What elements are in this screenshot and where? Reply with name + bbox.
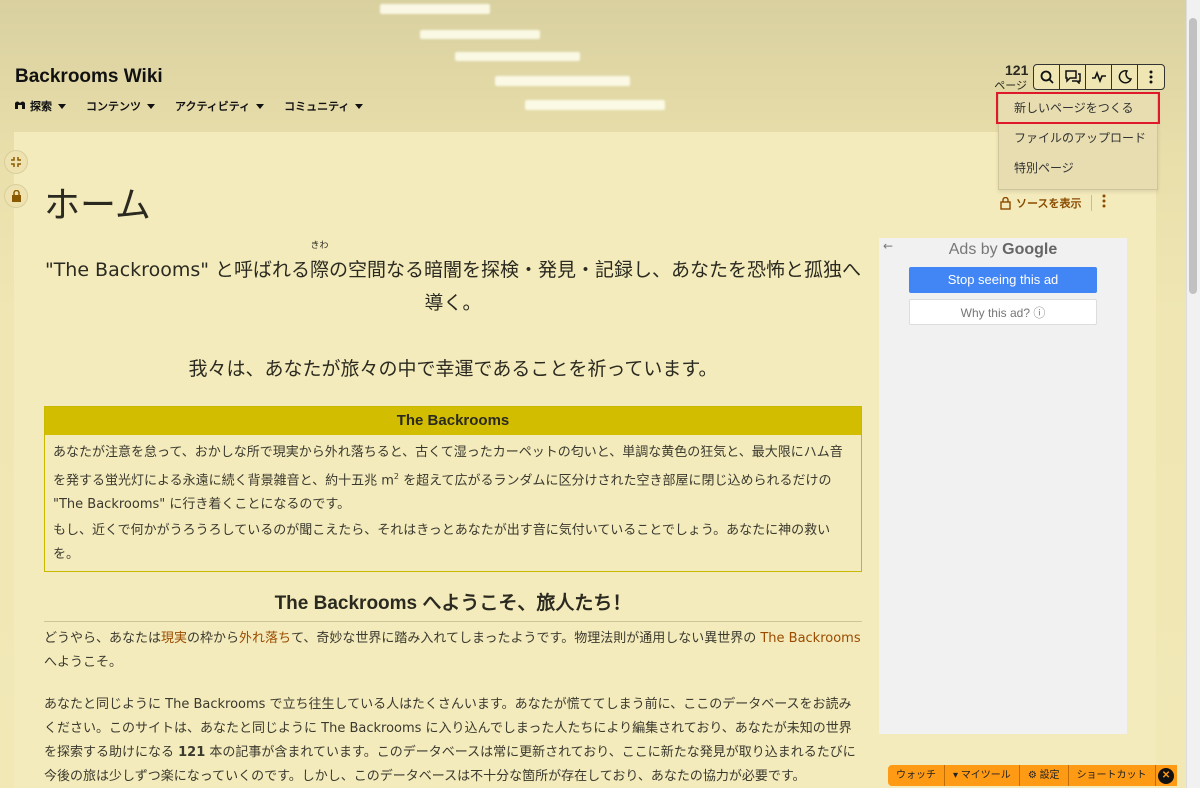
stop-seeing-ad-button[interactable]: Stop seeing this ad (909, 267, 1097, 293)
intro-text: "The Backrooms" と呼ばれる (44, 259, 311, 281)
page-actions: ソースを表示 (1000, 194, 1106, 212)
ceiling-light (525, 100, 665, 110)
search-button[interactable] (1034, 65, 1060, 89)
page-count-number: 121 (1005, 62, 1029, 78)
ceiling-light (380, 4, 490, 14)
ceiling-light (455, 52, 580, 61)
activity-icon (1091, 71, 1106, 83)
nav-activity[interactable]: アクティビティ (175, 98, 265, 114)
menu-item-create-page[interactable]: 新しいページをつくる (996, 92, 1160, 124)
main-nav: 探索 コンテンツ アクティビティ コミュニティ (14, 98, 364, 114)
chevron-down-icon (58, 103, 66, 109)
scrollbar-thumb[interactable] (1189, 18, 1197, 294)
more-options-icon (1102, 194, 1106, 208)
infobox-body: あなたが注意を怠って、おかしな所で現実から外れ落ちると、古くて湿ったカーペットの… (45, 435, 861, 567)
nav-label: コミュニティ (284, 101, 350, 113)
infobox-paragraph: もし、近くで何かがうろうろしているのが聞こえたら、それはきっとあなたが出す音に気… (53, 523, 831, 563)
intro-tagline: "The Backrooms" と呼ばれる きわ 際の空間なる暗闇を探検・発見・記録… (44, 242, 862, 320)
mytools-button[interactable]: ▾ マイツール (945, 765, 1020, 786)
google-logo: Google (1002, 241, 1058, 258)
page-scrollbar[interactable] (1186, 0, 1200, 788)
ad-panel: ← Ads by Google Stop seeing this ad Why … (879, 238, 1127, 734)
ads-by-label: Ads by (948, 241, 998, 258)
intro-wish: 我々は、あなたが旅々の中で幸運であることを祈っています。 (188, 358, 718, 380)
divider (1091, 195, 1093, 211)
link-the-backrooms[interactable]: The Backrooms (760, 631, 860, 646)
watch-button[interactable]: ウォッチ (888, 765, 945, 786)
activity-button[interactable] (1086, 65, 1112, 89)
settings-button[interactable]: ⚙ 設定 (1020, 765, 1069, 786)
gear-icon: ⚙ (1027, 770, 1040, 781)
link-noclip[interactable]: 外れ落ち (239, 631, 291, 646)
section-heading: The Backrooms へようこそ、旅人たち！ (44, 588, 862, 622)
lock-icon (11, 189, 21, 202)
chevron-down-icon (147, 103, 155, 109)
text: て、奇妙な世界に踏み入れてしまったようです。物理法則が通用しない異世界の (291, 631, 761, 646)
ceiling-light (495, 76, 630, 86)
wiki-toolbar (1033, 64, 1165, 90)
left-tools (4, 150, 28, 208)
text: どうやら、あなたは (44, 631, 162, 646)
collapse-button[interactable] (4, 150, 28, 174)
nav-community[interactable]: コミュニティ (284, 98, 364, 114)
ruby: きわ際 (310, 242, 330, 287)
mytools-label: マイツール (960, 770, 1011, 781)
infobox-paragraph: あなたが注意を怠って、おかしな所で現実から外れ落ちると、古くて湿ったカーペットの… (53, 441, 853, 517)
ad-title: Ads by Google (879, 241, 1127, 259)
nav-label: 探索 (30, 101, 52, 113)
more-options-button[interactable] (1138, 65, 1164, 89)
settings-label: 設定 (1039, 770, 1060, 781)
article-count: 121 (178, 745, 206, 760)
page-count[interactable]: 121 ページ (993, 63, 1028, 93)
page-title: ホーム (44, 185, 151, 226)
backrooms-infobox: The Backrooms あなたが注意を怠って、おかしな所で現実から外れ落ちる… (44, 406, 862, 572)
discussions-icon (1064, 70, 1081, 84)
link-reality[interactable]: 現実 (161, 631, 187, 646)
infobox-title: The Backrooms (45, 407, 861, 435)
dark-mode-button[interactable] (1112, 65, 1138, 89)
text: の枠から (187, 631, 240, 646)
protection-button[interactable] (4, 184, 28, 208)
dark-mode-icon (1118, 70, 1132, 84)
nav-label: コンテンツ (86, 101, 141, 113)
ruby-base: 際 (310, 259, 330, 281)
nav-label: アクティビティ (175, 101, 251, 113)
paragraph: どうやら、あなたは現実の枠から外れ落ちて、奇妙な世界に踏み入れてしまったようです… (44, 627, 862, 675)
more-options-menu: 新しいページをつくる ファイルのアップロード 特別ページ (996, 92, 1160, 190)
paragraph: あなたと同じように The Backrooms で立ち往生している人はたくさんい… (44, 693, 862, 788)
ruby-text: きわ (310, 241, 329, 251)
more-options-icon (1149, 70, 1153, 84)
why-this-ad-button[interactable]: Why this ad? ⓘ (909, 299, 1097, 325)
nav-explore[interactable]: 探索 (14, 98, 66, 114)
close-button[interactable]: ✕ (1156, 765, 1177, 786)
nav-content[interactable]: コンテンツ (86, 98, 155, 114)
close-icon: ✕ (1158, 767, 1175, 784)
site-title[interactable]: Backrooms Wiki (15, 66, 163, 88)
search-icon (1040, 70, 1054, 84)
discussions-button[interactable] (1060, 65, 1086, 89)
chevron-down-icon: ▾ (953, 770, 961, 781)
text: へようこそ。 (44, 655, 123, 670)
view-source-label: ソースを表示 (1016, 197, 1082, 210)
view-source-button[interactable]: ソースを表示 (1000, 195, 1081, 211)
page-count-label: ページ (994, 80, 1028, 92)
menu-item-special-pages[interactable]: 特別ページ (999, 153, 1157, 183)
page-more-button[interactable] (1102, 194, 1106, 212)
chevron-down-icon (256, 103, 265, 109)
menu-item-upload-file[interactable]: ファイルのアップロード (999, 123, 1157, 153)
ceiling-light (420, 30, 540, 39)
lock-icon (1000, 196, 1011, 210)
collapse-icon (11, 157, 21, 167)
intro-text: の空間なる暗闇を探検・発見・記録し、あなたを恐怖と孤独へ導く。 (329, 259, 862, 314)
home-icon (14, 100, 26, 113)
shortcuts-button[interactable]: ショートカット (1069, 765, 1156, 786)
chevron-down-icon (355, 103, 364, 109)
bottom-toolbar: ウォッチ ▾ マイツール ⚙ 設定 ショートカット ✕ (888, 765, 1177, 786)
